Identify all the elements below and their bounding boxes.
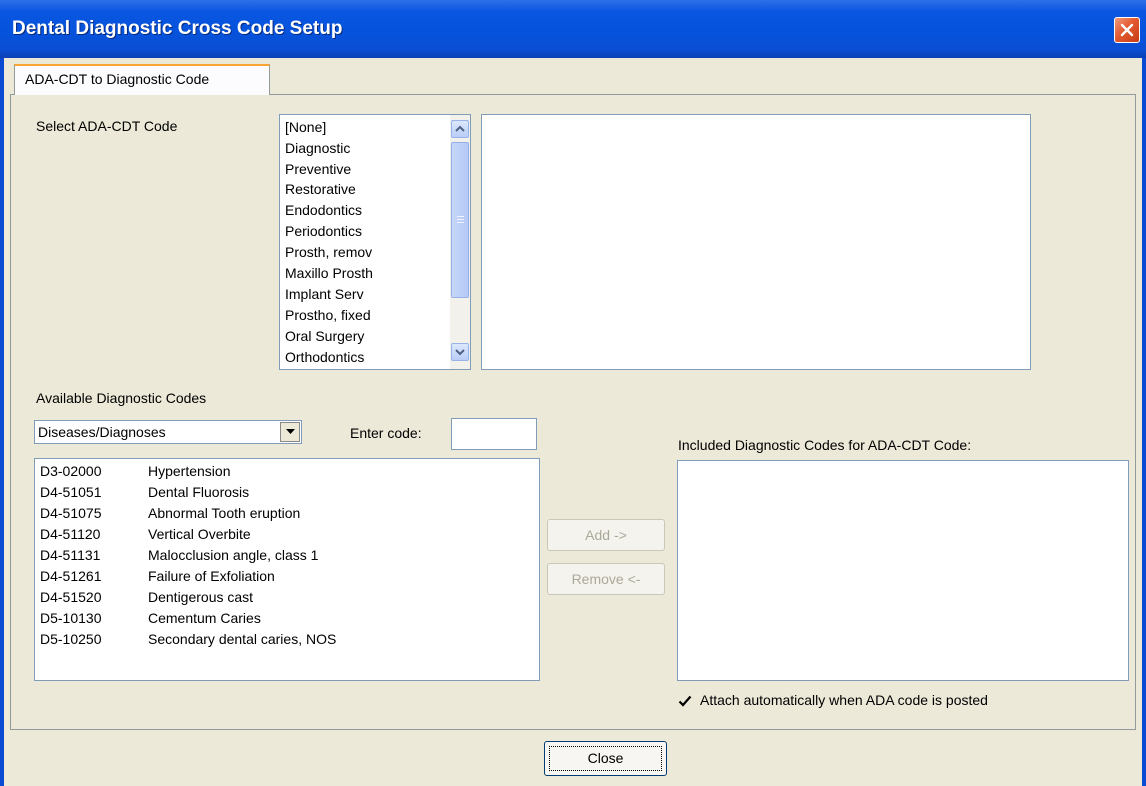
diag-desc: Cementum Caries <box>148 610 261 626</box>
attach-automatically-label: Attach automatically when ADA code is po… <box>700 692 988 708</box>
diag-desc: Malocclusion angle, class 1 <box>148 547 319 563</box>
tab-ada-cdt-to-diagnostic-code[interactable]: ADA-CDT to Diagnostic Code <box>14 64 270 95</box>
category-item[interactable]: Prostho, fixed <box>285 307 371 323</box>
diag-desc: Failure of Exfoliation <box>148 568 275 584</box>
caret-down-icon <box>286 429 295 434</box>
diag-code: D4-51520 <box>40 589 102 605</box>
window-title: Dental Diagnostic Cross Code Setup <box>12 18 343 39</box>
ada-code-listbox[interactable] <box>481 114 1031 370</box>
scroll-thumb[interactable] <box>451 142 469 298</box>
category-item[interactable]: Implant Serv <box>285 286 364 302</box>
diag-code: D4-51120 <box>40 526 101 542</box>
window-frame-left <box>0 58 4 786</box>
category-item[interactable]: Diagnostic <box>285 140 350 156</box>
close-icon <box>1120 23 1134 37</box>
diag-code: D4-51131 <box>40 547 101 563</box>
diag-code: D4-51261 <box>40 568 102 584</box>
diagnostic-type-dropdown[interactable]: Diseases/Diagnoses <box>34 420 302 444</box>
diag-code: D3-02000 <box>40 463 102 479</box>
remove-button[interactable]: Remove <- <box>547 563 665 595</box>
enter-code-input[interactable] <box>451 418 537 450</box>
category-item[interactable]: Periodontics <box>285 223 362 239</box>
focus-rect: Close <box>549 746 662 771</box>
included-codes-listbox[interactable] <box>677 460 1129 681</box>
diag-desc: Dental Fluorosis <box>148 484 250 500</box>
remove-button-label: Remove <- <box>571 571 641 587</box>
diag-desc: Dentigerous cast <box>148 589 254 605</box>
select-code-label-text: Select ADA-CDT Code <box>36 118 178 134</box>
enter-code-label: Enter code: <box>350 425 422 441</box>
diag-code: D4-51075 <box>40 505 102 521</box>
add-button[interactable]: Add -> <box>547 519 665 551</box>
included-codes-label-text: Included Diagnostic Codes for ADA-CDT Co… <box>678 437 972 453</box>
select-ada-cdt-code-label: Select ADA-CDT Code <box>36 118 177 134</box>
diag-code: D5-10250 <box>40 631 102 647</box>
tab-label: ADA-CDT to Diagnostic Code <box>25 71 210 87</box>
category-item[interactable]: Endodontics <box>285 202 362 218</box>
dropdown-arrow-button[interactable] <box>280 422 300 442</box>
category-scrollbar[interactable] <box>450 115 470 369</box>
included-codes-label: Included Diagnostic Codes for ADA-CDT Co… <box>678 437 971 453</box>
diag-desc: Hypertension <box>148 463 231 479</box>
close-button[interactable]: Close <box>544 741 667 776</box>
available-codes-label: Available Diagnostic Codes <box>36 390 206 406</box>
category-item[interactable]: Restorative <box>285 181 356 197</box>
dropdown-value: Diseases/Diagnoses <box>38 424 166 440</box>
close-window-button[interactable] <box>1114 17 1140 43</box>
scroll-up-button[interactable] <box>451 120 469 138</box>
category-item[interactable]: Orthodontics <box>285 349 364 365</box>
diag-desc: Abnormal Tooth eruption <box>148 505 301 521</box>
window-frame-right <box>1142 58 1146 786</box>
close-button-label: Close <box>587 750 624 766</box>
dialog-window: Dental Diagnostic Cross Code Setup ADA-C… <box>0 0 1146 786</box>
scroll-down-button[interactable] <box>451 343 469 361</box>
category-item[interactable]: [None] <box>285 119 326 135</box>
category-item[interactable]: Preventive <box>285 161 351 177</box>
chevron-up-icon <box>455 125 465 132</box>
diag-code: D5-10130 <box>40 610 102 626</box>
category-item[interactable]: Prosth, remov <box>285 244 372 260</box>
diag-desc: Secondary dental caries, NOS <box>148 631 337 647</box>
ada-category-listbox[interactable]: [None] Diagnostic Preventive Restorative… <box>279 114 471 370</box>
chevron-down-icon <box>455 349 465 356</box>
enter-code-label-text: Enter code: <box>350 425 422 441</box>
checkmark-icon <box>678 695 692 707</box>
available-codes-label-text: Available Diagnostic Codes <box>36 390 207 406</box>
title-bar[interactable]: Dental Diagnostic Cross Code Setup <box>0 0 1146 58</box>
add-button-label: Add -> <box>585 527 627 543</box>
category-item[interactable]: Maxillo Prosth <box>285 265 373 281</box>
diag-code: D4-51051 <box>40 484 102 500</box>
available-codes-listbox[interactable]: D3-02000 Hypertension D4-51051 Dental Fl… <box>34 458 540 681</box>
diag-desc: Vertical Overbite <box>148 526 251 542</box>
category-item[interactable]: Oral Surgery <box>285 328 364 344</box>
